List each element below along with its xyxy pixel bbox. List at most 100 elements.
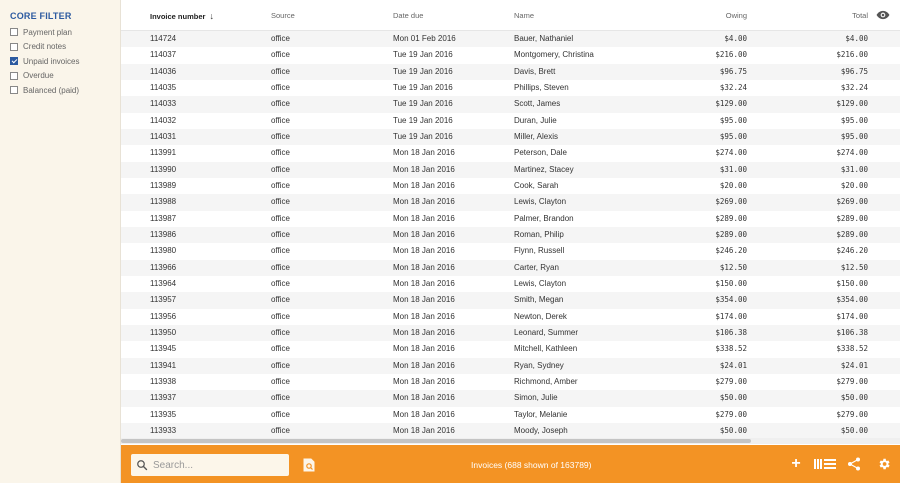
name-cell: Montgomery, Christina [514,50,594,60]
owing-cell: $150.00 [715,278,747,288]
table-row[interactable]: 113988 office Mon 18 Jan 2016 Lewis, Clayto… [121,194,900,211]
table-row[interactable]: 113987 office Mon 18 Jan 2016 Palmer, Brand… [121,211,900,227]
table-row[interactable]: 113989 office Mon 18 Jan 2016 Cook, Sarah $2… [121,178,900,194]
checkbox-checked[interactable] [10,57,18,66]
total-cell: $279.00 [836,409,868,419]
table-row[interactable]: 113986 office Mon 18 Jan 2016 Roman, Philip… [121,226,900,244]
total-cell: $95.00 [840,131,868,141]
owing-cell: $95.00 [719,131,747,141]
date-due-cell: Mon 18 Jan 2016 [393,180,455,190]
total-cell: $24.01 [840,360,868,370]
column-header-owing[interactable]: Owing [726,11,747,20]
invoice-number-cell: 114036 [150,66,177,76]
list-view-icon[interactable] [814,457,836,471]
date-due-cell: Tue 19 Jan 2016 [393,99,453,109]
name-cell: Bauer, Nathaniel [514,34,574,43]
name-cell: Miller, Alexis [514,131,559,141]
invoice-number-cell: 114037 [150,50,177,60]
table-row[interactable]: 114031 office Tue 19 Jan 2016 Miller, Alexi… [121,128,900,146]
table-row[interactable]: 113991 office Mon 18 Jan 2016 Peterson, Dal… [121,145,900,161]
source-cell: office [271,393,290,403]
table-row[interactable]: 114037 office Tue 19 Jan 2016 Montgomery, C… [121,47,900,63]
column-header-invoice-number[interactable]: Invoice number ↓ [150,11,214,21]
name-cell: Newton, Derek [514,311,567,321]
name-cell: Roman, Philip [514,229,564,239]
total-cell: $31.00 [840,164,868,174]
date-due-cell: Mon 18 Jan 2016 [393,393,455,403]
filter-overdue[interactable]: Overdue [10,69,79,84]
source-cell: office [271,262,290,272]
invoice-number-cell: 113941 [150,360,177,370]
checkbox[interactable] [10,86,18,95]
filter-label: Overdue [23,71,54,81]
document-icon[interactable] [303,458,315,472]
table-row[interactable]: 113950 office Mon 18 Jan 2016 Leonard, Summ… [121,324,900,342]
filter-balanced-paid[interactable]: Balanced (paid) [10,83,79,98]
column-header-source[interactable]: Source [271,11,295,20]
source-cell: office [271,164,290,174]
table-row[interactable]: 113964 office Mon 18 Jan 2016 Lewis, Clayto… [121,276,900,292]
column-header-total[interactable]: Total [852,11,868,20]
table-row[interactable]: 114724 office Mon 01 Feb 2016 Bauer, Nathan… [121,31,900,48]
table-row[interactable]: 113990 office Mon 18 Jan 2016 Martinez, Sta… [121,161,900,178]
column-header-name[interactable]: Name [514,11,534,20]
date-due-cell: Mon 18 Jan 2016 [393,409,455,419]
table-row[interactable]: 114033 office Tue 19 Jan 2016 Scott, James $… [121,96,900,113]
add-icon[interactable]: + [789,456,803,472]
table-row[interactable]: 113957 office Mon 18 Jan 2016 Smith, Megan $… [121,292,900,309]
source-cell: office [271,34,290,43]
source-cell: office [271,197,290,207]
owing-cell: $50.00 [719,425,747,435]
table-row[interactable]: 113966 office Mon 18 Jan 2016 Carter, Ryan $… [121,259,900,276]
table-row[interactable]: 113938 office Mon 18 Jan 2016 Richmond, Amb… [121,374,900,390]
filter-credit-notes[interactable]: Credit notes [10,40,79,55]
search-box[interactable] [131,454,289,476]
table-row[interactable]: 114036 office Tue 19 Jan 2016 Davis, Brett $… [121,63,900,80]
filter-label: Credit notes [23,42,67,52]
date-due-cell: Mon 18 Jan 2016 [393,360,455,370]
search-input[interactable] [153,459,283,471]
total-cell: $4.00 [845,34,868,43]
invoice-number-cell: 113950 [150,327,177,337]
name-cell: Duran, Julie [514,115,557,125]
name-cell: Palmer, Brandon [514,213,574,223]
table-row[interactable]: 113956 office Mon 18 Jan 2016 Newton, Derek… [121,309,900,325]
total-cell: $12.50 [840,262,868,272]
date-due-cell: Mon 18 Jan 2016 [393,246,455,256]
table-row[interactable]: 113980 office Mon 18 Jan 2016 Flynn, Russel… [121,243,900,259]
checkbox[interactable] [10,42,18,51]
table-row[interactable]: 113933 office Mon 18 Jan 2016 Moody, Joseph… [121,422,900,440]
table-row[interactable]: 113937 office Mon 18 Jan 2016 Simon, Julie $… [121,390,900,407]
owing-cell: $12.50 [719,262,747,272]
source-cell: office [271,376,290,386]
table-row[interactable]: 114035 office Tue 19 Jan 2016 Phillips, Ste… [121,80,900,96]
filter-payment-plan[interactable]: Payment plan [10,25,79,40]
total-cell: $150.00 [836,278,868,288]
name-cell: Moody, Joseph [514,425,568,435]
source-cell: office [271,148,290,158]
arrow-down-icon[interactable]: ↓ [209,11,214,21]
invoice-number-cell: 113989 [150,180,177,190]
total-cell: $106.38 [836,327,868,337]
source-cell: office [271,180,290,190]
name-cell: Mitchell, Kathleen [514,344,578,354]
table-row[interactable]: 113945 office Mon 18 Jan 2016 Mitchell, Kat… [121,341,900,357]
filter-unpaid-invoices[interactable]: Unpaid invoices [10,54,79,69]
column-header-date-due[interactable]: Date due [393,11,423,20]
table-row[interactable]: 113941 office Mon 18 Jan 2016 Ryan, Sydney $… [121,357,900,374]
settings-icon[interactable] [877,457,891,471]
source-cell: office [271,99,290,109]
invoice-table: Invoice number ↓ Source Date due Name Owi… [121,0,900,445]
horizontal-scrollbar[interactable] [121,438,900,444]
name-cell: Lewis, Clayton [514,278,567,288]
eye-icon[interactable] [876,9,890,21]
total-cell: $20.00 [840,180,868,190]
owing-cell: $20.00 [719,180,747,190]
checkbox[interactable] [10,71,18,80]
table-row[interactable]: 113935 office Mon 18 Jan 2016 Taylor, Melan… [121,407,900,423]
table-row[interactable]: 114032 office Tue 19 Jan 2016 Duran, Julie $… [121,113,900,129]
checkbox[interactable] [10,28,18,37]
source-cell: office [271,278,290,288]
share-icon[interactable] [847,457,861,471]
scrollbar-thumb[interactable] [121,439,751,443]
